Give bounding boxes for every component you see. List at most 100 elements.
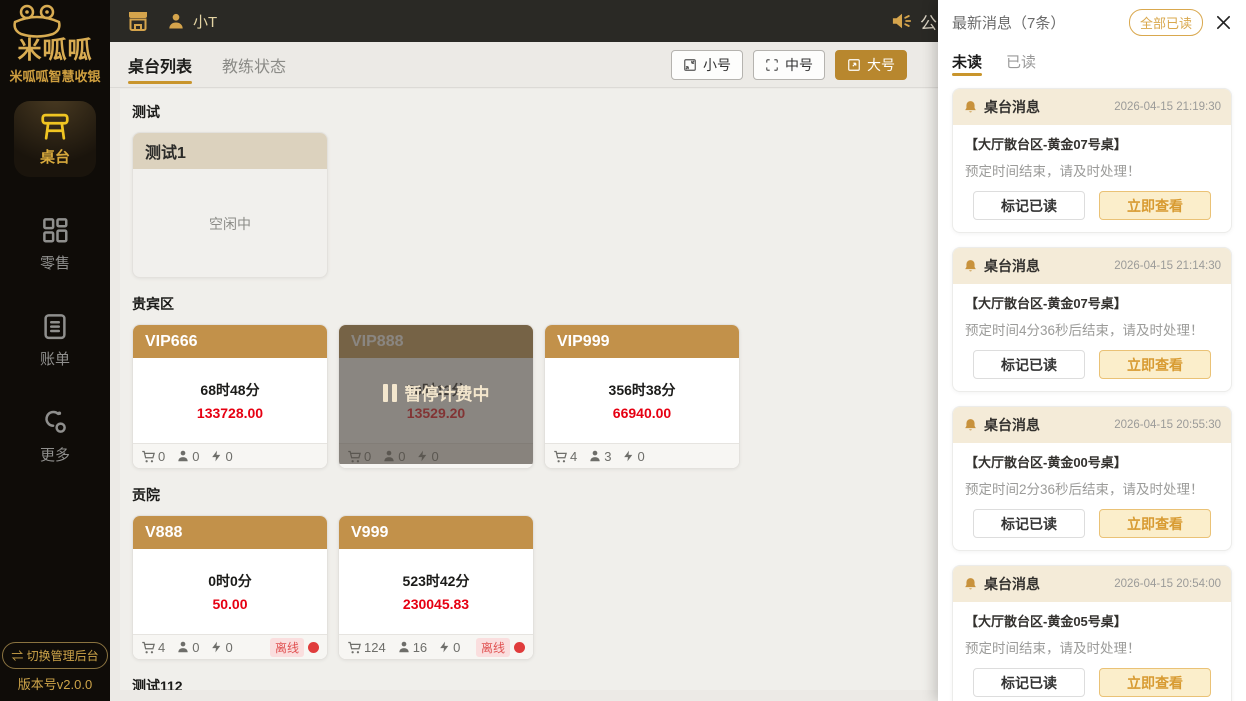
people-stat: 16	[397, 640, 427, 655]
mark-read-button[interactable]: 标记已读	[973, 509, 1085, 538]
offline-badge: 离线	[476, 638, 510, 657]
table-amount: 230045.83	[403, 596, 469, 612]
table-card-v999[interactable]: V999 523时42分 230045.83 124 16 0	[338, 515, 534, 660]
cart-count: 0	[158, 449, 165, 464]
mark-read-button[interactable]: 标记已读	[973, 668, 1085, 697]
notification-type: 桌台消息	[984, 415, 1040, 435]
sidebar-footer: ⇌ 切换管理后台 版本号v2.0.0	[2, 642, 107, 693]
pause-overlay: 暂停计费中	[339, 324, 533, 464]
cart-stat: 124	[347, 640, 386, 655]
version-label: 版本号v2.0.0	[2, 674, 107, 693]
tab-read[interactable]: 已读	[1006, 44, 1036, 78]
current-user[interactable]: 小T	[166, 11, 217, 32]
size-small-button[interactable]: 小号	[671, 50, 743, 80]
view-now-button[interactable]: 立即查看	[1099, 350, 1211, 379]
table-name: VIP666	[133, 325, 327, 358]
view-now-button[interactable]: 立即查看	[1099, 509, 1211, 538]
table-card-vip999[interactable]: VIP999 356时38分 66940.00 4 3 0	[544, 324, 740, 469]
announcement-label: 公	[920, 9, 937, 34]
table-time: 523时42分	[403, 571, 470, 591]
bell-icon	[963, 576, 978, 592]
app-logo: 米呱呱 米呱呱智慧收银	[9, 4, 100, 85]
notification-list: 桌台消息 2026-04-15 21:19:30 【大厅散台区-黄金07号桌】 …	[938, 78, 1246, 701]
table-card-v888[interactable]: V888 0时0分 50.00 4 0 0	[132, 515, 328, 660]
tab-unread[interactable]: 未读	[952, 44, 982, 78]
notification-time: 2026-04-15 21:19:30	[1114, 101, 1221, 113]
announcement-entry[interactable]: 公	[891, 0, 937, 42]
notification-actions: 标记已读 立即查看	[965, 509, 1219, 538]
sidebar-item-label: 桌台	[40, 146, 70, 167]
bill-icon	[40, 311, 70, 341]
view-now-button[interactable]: 立即查看	[1099, 668, 1211, 697]
sidebar-item-tables[interactable]: 桌台	[14, 101, 96, 177]
table-card-vip888[interactable]: VIP888 70时12分 13529.20 0 0 0	[338, 324, 534, 469]
size-small-label: 小号	[703, 55, 731, 75]
table-amount: 66940.00	[613, 405, 671, 421]
table-amount: 133728.00	[197, 405, 263, 421]
notification-card-header: 桌台消息 2026-04-15 20:55:30	[953, 407, 1231, 443]
size-medium-label: 中号	[785, 55, 813, 75]
table-card-vip666[interactable]: VIP666 68时48分 133728.00 0 0 0	[132, 324, 328, 469]
sidebar-item-bills[interactable]: 账单	[40, 311, 70, 369]
sidebar-item-label: 账单	[40, 348, 70, 369]
notification-card: 桌台消息 2026-04-15 21:14:30 【大厅散台区-黄金07号桌】 …	[952, 247, 1232, 392]
size-large-label: 大号	[867, 55, 895, 75]
expand-icon	[847, 58, 861, 72]
view-now-button[interactable]: 立即查看	[1099, 191, 1211, 220]
table-name: VIP999	[545, 325, 739, 358]
notification-card: 桌台消息 2026-04-15 20:54:00 【大厅散台区-黄金05号桌】 …	[952, 565, 1232, 701]
people-count: 0	[192, 449, 199, 464]
mark-read-button[interactable]: 标记已读	[973, 350, 1085, 379]
sidebar-item-retail[interactable]: 零售	[40, 215, 70, 273]
bell-icon	[963, 417, 978, 433]
cart-icon	[141, 640, 156, 655]
notification-type: 桌台消息	[984, 574, 1040, 594]
table-name: V999	[339, 516, 533, 549]
switch-admin-button[interactable]: ⇌ 切换管理后台	[2, 642, 107, 669]
table-footer: 124 16 0 离线	[339, 634, 533, 659]
notification-card-header: 桌台消息 2026-04-15 20:54:00	[953, 566, 1231, 602]
lightning-icon	[438, 640, 451, 654]
cart-stat: 0	[141, 449, 165, 464]
people-count: 16	[413, 640, 427, 655]
notification-time: 2026-04-15 20:55:30	[1114, 419, 1221, 431]
power-count: 0	[225, 449, 232, 464]
mark-read-button[interactable]: 标记已读	[973, 191, 1085, 220]
tab-table-list[interactable]: 桌台列表	[128, 42, 192, 88]
sidebar-item-more[interactable]: 更多	[40, 407, 70, 465]
offline-badge: 离线	[270, 638, 304, 657]
table-time: 68时48分	[200, 380, 259, 400]
cart-count: 124	[364, 640, 386, 655]
table-name: V888	[133, 516, 327, 549]
table-card-test1[interactable]: 测试1 空闲中	[132, 132, 328, 278]
logo-subtitle: 米呱呱智慧收银	[9, 66, 100, 85]
people-count: 3	[604, 449, 611, 464]
more-icon	[40, 407, 70, 437]
table-time: 0时0分	[208, 571, 252, 591]
size-medium-button[interactable]: 中号	[753, 50, 825, 80]
person-icon	[397, 640, 411, 654]
close-icon[interactable]	[1215, 14, 1232, 31]
notification-tabs: 未读 已读	[938, 44, 1246, 78]
table-amount: 50.00	[212, 596, 247, 612]
table-footer: 4 3 0	[545, 443, 739, 468]
offline-dot-icon	[308, 642, 319, 653]
table-name: 测试1	[133, 133, 327, 169]
person-icon	[588, 449, 602, 463]
shop-icon[interactable]	[126, 10, 150, 32]
tab-coach-status[interactable]: 教练状态	[222, 42, 286, 88]
notification-time: 2026-04-15 21:14:30	[1114, 260, 1221, 272]
notification-body: 【大厅散台区-黄金07号桌】 预定时间结束，请及时处理！ 标记已读 立即查看	[953, 125, 1231, 232]
people-stat: 0	[176, 449, 199, 464]
logo-title: 米呱呱	[9, 38, 100, 63]
notification-type: 桌台消息	[984, 97, 1040, 117]
table-icon	[38, 111, 72, 141]
notification-message: 预定时间结束，请及时处理！	[965, 637, 1219, 657]
size-large-button[interactable]: 大号	[835, 50, 907, 80]
cart-stat: 4	[553, 449, 577, 464]
power-count: 0	[225, 640, 232, 655]
frog-logo-icon	[9, 4, 65, 38]
sidebar: 米呱呱 米呱呱智慧收银 桌台 零售 账单 更多	[0, 0, 110, 701]
offline-dot-icon	[514, 642, 525, 653]
mark-all-read-button[interactable]: 全部已读	[1129, 9, 1203, 36]
